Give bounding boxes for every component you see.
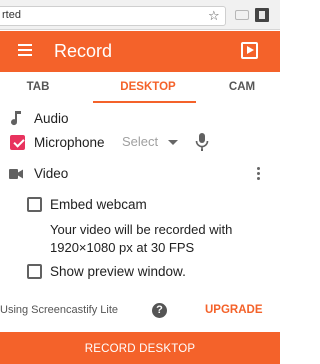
active-tab-indicator xyxy=(93,101,196,103)
show-preview-checkbox[interactable] xyxy=(27,264,42,279)
upgrade-link[interactable]: UPGRADE xyxy=(205,304,263,316)
embed-webcam-label: Embed webcam xyxy=(50,197,147,212)
extension-icon[interactable] xyxy=(235,10,249,20)
record-mode-tabs: TAB DESKTOP CAM xyxy=(0,72,280,104)
video-section-title: Video xyxy=(34,166,69,181)
microphone-select-value: Select xyxy=(122,134,159,149)
app-header: Record xyxy=(0,31,280,72)
screencastify-extension-icon[interactable] xyxy=(255,8,269,22)
tab-desktop[interactable]: DESKTOP xyxy=(108,81,188,93)
embed-webcam-checkbox[interactable] xyxy=(27,197,42,212)
music-note-icon xyxy=(11,111,21,126)
screencastify-logo-icon[interactable] xyxy=(241,42,258,59)
tab-tab[interactable]: TAB xyxy=(18,81,58,93)
hamburger-menu-icon[interactable] xyxy=(18,44,32,56)
microphone-label: Microphone xyxy=(34,135,105,150)
show-preview-label: Show preview window. xyxy=(50,264,186,279)
star-icon[interactable]: ☆ xyxy=(208,8,220,24)
more-options-icon[interactable] xyxy=(257,167,261,183)
video-camera-icon xyxy=(9,169,23,179)
browser-toolbar: rted ☆ xyxy=(0,0,280,30)
microphone-select[interactable]: Select xyxy=(122,134,184,152)
tab-cam[interactable]: CAM xyxy=(220,81,264,93)
microphone-icon[interactable] xyxy=(194,132,210,152)
lite-version-text: Using Screencastify Lite xyxy=(0,304,118,316)
record-desktop-button[interactable]: RECORD DESKTOP xyxy=(0,332,280,364)
page-title: Record xyxy=(54,41,113,61)
chevron-down-icon xyxy=(168,140,178,145)
microphone-checkbox[interactable] xyxy=(10,135,25,150)
help-icon[interactable]: ? xyxy=(152,303,167,318)
audio-section-title: Audio xyxy=(34,111,69,126)
address-bar-text: rted xyxy=(2,9,21,21)
address-bar[interactable]: rted ☆ xyxy=(0,6,226,26)
recording-info-text: Your video will be recorded with 1920×10… xyxy=(50,222,233,255)
